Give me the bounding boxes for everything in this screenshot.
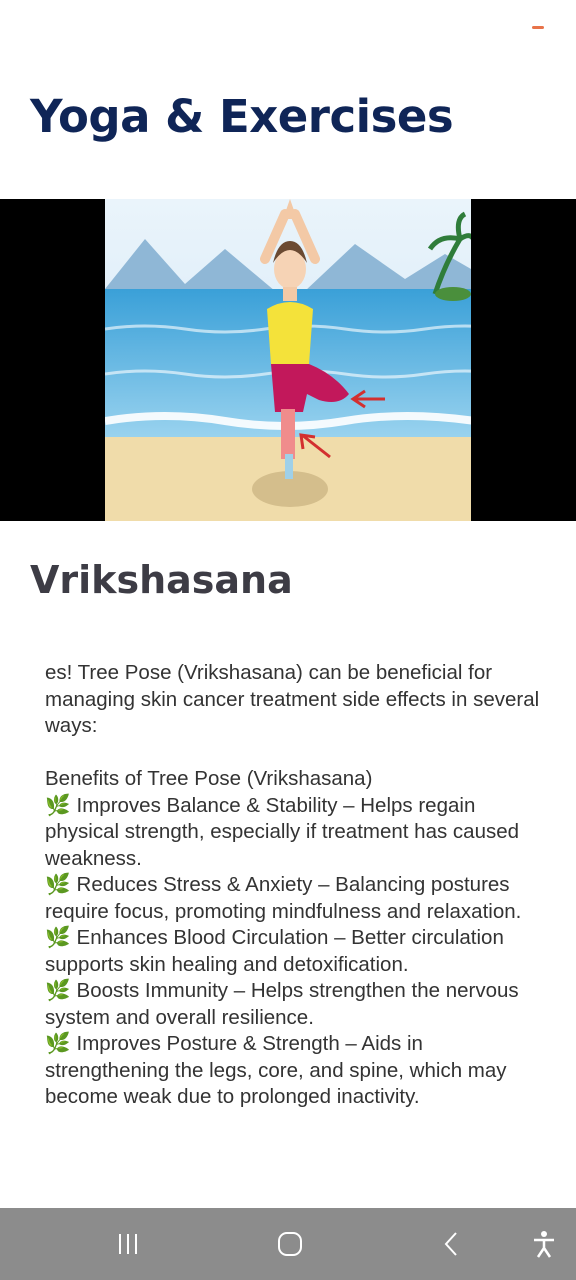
leaf-icon: 🌿	[45, 793, 71, 817]
benefit-item: 🌿 Boosts Immunity – Helps strengthen the …	[45, 978, 545, 1031]
leaf-icon: 🌿	[45, 1032, 71, 1055]
system-navigation-bar	[0, 1208, 576, 1280]
back-button[interactable]	[422, 1208, 482, 1280]
recent-apps-button[interactable]	[98, 1208, 158, 1280]
accessibility-icon	[534, 1231, 554, 1258]
accessibility-button[interactable]	[514, 1208, 574, 1280]
leaf-icon: 🌿	[45, 926, 71, 949]
yoga-video-player[interactable]	[0, 199, 576, 521]
benefit-item: 🌿 Enhances Blood Circulation – Better cir…	[45, 925, 545, 978]
leaf-icon: 🌿	[45, 979, 71, 1002]
benefit-item: 🌿 Reduces Stress & Anxiety – Balancing po…	[45, 872, 545, 925]
pose-title: Vrikshasana	[30, 558, 293, 602]
benefit-item: 🌿 Improves Posture & Strength – Aids in s…	[45, 1031, 545, 1111]
benefit-text: Boosts Immunity – Helps strengthen the n…	[45, 979, 519, 1029]
benefit-item: 🌿 Improves Balance & Stability – Helps re…	[45, 793, 545, 873]
pose-description: es! Tree Pose (Vrikshasana) can be benef…	[45, 660, 545, 1111]
benefit-text: Improves Balance & Stability – Helps reg…	[45, 793, 520, 870]
benefit-text: Reduces Stress & Anxiety – Balancing pos…	[45, 873, 522, 923]
benefit-text: Enhances Blood Circulation – Better circ…	[45, 926, 504, 976]
home-button[interactable]	[260, 1208, 320, 1280]
description-intro: es! Tree Pose (Vrikshasana) can be benef…	[45, 661, 540, 737]
benefits-heading: Benefits of Tree Pose (Vrikshasana)	[45, 767, 373, 790]
menu-indicator[interactable]	[532, 26, 544, 29]
benefit-text: Improves Posture & Strength – Aids in st…	[45, 1032, 507, 1108]
page-title: Yoga & Exercises	[30, 90, 454, 143]
leaf-icon: 🌿	[45, 873, 71, 896]
home-icon	[278, 1232, 302, 1256]
back-icon	[444, 1232, 457, 1256]
recent-apps-icon	[119, 1234, 137, 1254]
tree-pose-illustration	[105, 199, 471, 521]
